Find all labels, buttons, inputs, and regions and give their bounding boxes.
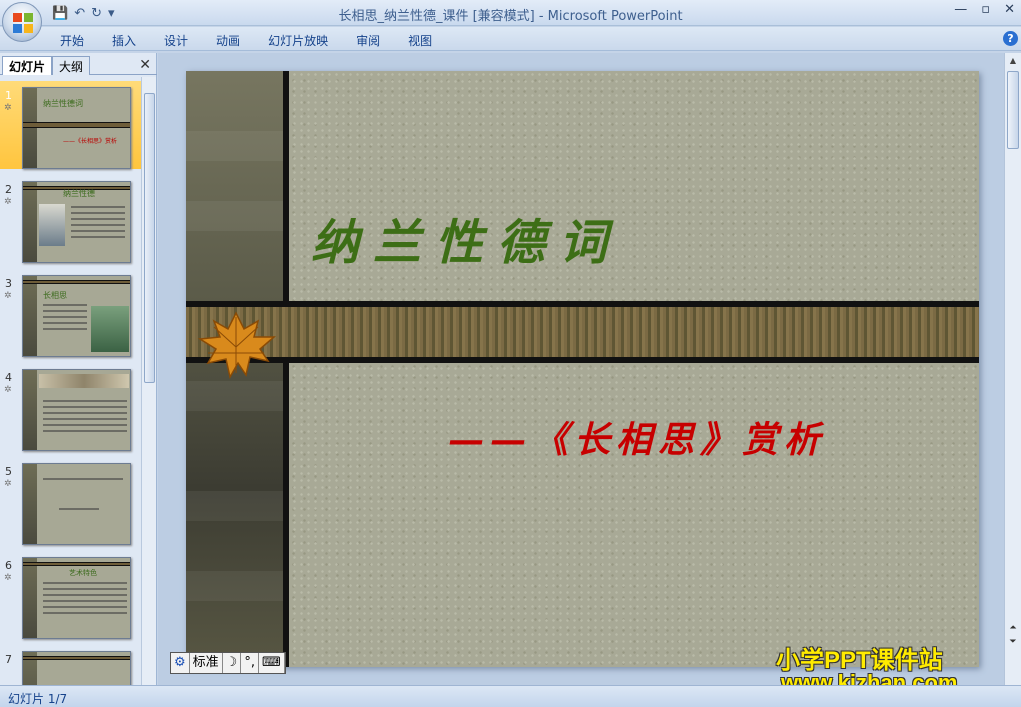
thumbnail-image: 纳兰性德: [22, 181, 131, 263]
thumbnail-list: 1 ✲ 纳兰性德词 ——《长相思》赏析 2 ✲ 纳兰性德 3 ✲ 长相思 4 ✲…: [0, 77, 141, 685]
tab-slideshow[interactable]: 幻灯片放映: [268, 32, 328, 49]
animation-star-icon: ✲: [4, 479, 12, 489]
tab-slides[interactable]: 幻灯片: [2, 56, 53, 75]
editor-scrollbar[interactable]: ▲ ⏶ ⏷: [1004, 53, 1021, 685]
slide-canvas[interactable]: 纳兰性德词 ——《长相思》赏析: [186, 71, 979, 667]
office-button[interactable]: [2, 2, 42, 42]
half-width-icon[interactable]: ☽: [223, 653, 242, 673]
thumbnail-image: [22, 651, 131, 685]
thumbnail-image: [22, 369, 131, 451]
animation-star-icon: ✲: [4, 197, 12, 207]
slide-thumbnail-6[interactable]: 6 ✲ 艺术特色: [0, 551, 141, 639]
animation-star-icon: ✲: [4, 573, 12, 583]
thumb-title: 长相思: [43, 291, 67, 300]
tab-view[interactable]: 视图: [408, 32, 432, 49]
window-controls: — ▫ ✕: [954, 2, 1015, 17]
animation-star-icon: ✲: [4, 385, 12, 395]
punctuation-icon[interactable]: °,: [241, 653, 259, 673]
help-icon[interactable]: ?: [1003, 31, 1018, 46]
tab-design[interactable]: 设计: [164, 32, 188, 49]
window-title: 长相思_纳兰性德_课件 [兼容模式] - Microsoft PowerPoin…: [338, 9, 683, 24]
office-logo-icon: [13, 13, 33, 33]
scrollbar-thumb[interactable]: [1007, 71, 1019, 149]
pane-tabs: 幻灯片 大纲 ✕: [0, 55, 157, 75]
slide-thumbnail-1[interactable]: 1 ✲ 纳兰性德词 ——《长相思》赏析: [0, 81, 141, 169]
thumbnail-image: [22, 463, 131, 545]
slide-thumbnail-4[interactable]: 4 ✲: [0, 363, 141, 451]
tab-insert[interactable]: 插入: [112, 32, 136, 49]
thumbnail-image: 纳兰性德词 ——《长相思》赏析: [22, 87, 131, 169]
slide-number: 4: [5, 371, 12, 384]
thumbnail-image: 长相思: [22, 275, 131, 357]
minimize-button[interactable]: —: [954, 2, 967, 17]
tab-review[interactable]: 审阅: [356, 32, 380, 49]
slide-number: 3: [5, 277, 12, 290]
scrollbar-thumb[interactable]: [144, 93, 155, 383]
thumb-title: 纳兰性德词: [43, 99, 83, 108]
soft-keyboard-icon[interactable]: ⌨: [259, 653, 285, 673]
previous-slide-icon[interactable]: ⏶: [1006, 621, 1020, 635]
slide-subtitle[interactable]: ——《长相思》赏析: [448, 411, 826, 463]
slide-editor: 纳兰性德词 ——《长相思》赏析 ▲ ⏶ ⏷: [158, 53, 1021, 685]
slide-horizontal-band: [186, 301, 979, 363]
ribbon-tab-row: 开始 插入 设计 动画 幻灯片放映 审阅 视图 ?: [0, 27, 1021, 51]
thumbnail-scrollbar[interactable]: [141, 77, 156, 685]
slide-thumbnail-7[interactable]: 7: [0, 645, 141, 685]
slide-number: 2: [5, 183, 12, 196]
close-pane-icon[interactable]: ✕: [139, 57, 151, 73]
slide-title[interactable]: 纳兰性德词: [311, 203, 621, 273]
maple-leaf-icon: [197, 311, 277, 380]
restore-button[interactable]: ▫: [981, 2, 990, 17]
slides-pane: 幻灯片 大纲 ✕ 1 ✲ 纳兰性德词 ——《长相思》赏析 2 ✲ 纳兰性德 3: [0, 53, 157, 685]
scroll-up-icon[interactable]: ▲: [1005, 53, 1021, 69]
ribbon-tabs: 开始 插入 设计 动画 幻灯片放映 审阅 视图: [60, 32, 460, 49]
tab-animations[interactable]: 动画: [216, 32, 240, 49]
next-slide-icon[interactable]: ⏷: [1006, 635, 1020, 649]
status-bar: 幻灯片 1/7: [0, 685, 1021, 707]
thumb-title: 纳兰性德: [63, 189, 95, 198]
close-window-button[interactable]: ✕: [1004, 2, 1015, 17]
slide-thumbnail-5[interactable]: 5 ✲: [0, 457, 141, 545]
slide-number: 7: [5, 653, 12, 666]
ime-mode[interactable]: 标准: [190, 653, 223, 673]
animation-star-icon: ✲: [4, 291, 12, 301]
slide-number: 6: [5, 559, 12, 572]
thumbnail-image: 艺术特色: [22, 557, 131, 639]
slide-number: 1: [5, 89, 12, 102]
slide-thumbnail-3[interactable]: 3 ✲ 长相思: [0, 269, 141, 357]
slide-divider: [283, 71, 289, 307]
ime-logo-icon[interactable]: ⚙: [171, 653, 190, 673]
slide-divider: [283, 361, 289, 667]
tab-home[interactable]: 开始: [60, 32, 84, 49]
thumb-title: 艺术特色: [69, 569, 97, 577]
slide-thumbnail-2[interactable]: 2 ✲ 纳兰性德: [0, 175, 141, 263]
slide-number: 5: [5, 465, 12, 478]
ime-toolbar: ⚙ 标准 ☽ °, ⌨: [170, 652, 286, 674]
title-bar: 💾 ↶ ↻ ▾ 长相思_纳兰性德_课件 [兼容模式] - Microsoft P…: [0, 0, 1021, 26]
slide-counter: 幻灯片 1/7: [8, 692, 68, 706]
thumb-subtitle: ——《长相思》赏析: [63, 138, 118, 145]
tab-outline[interactable]: 大纲: [52, 56, 91, 75]
animation-star-icon: ✲: [4, 103, 12, 113]
